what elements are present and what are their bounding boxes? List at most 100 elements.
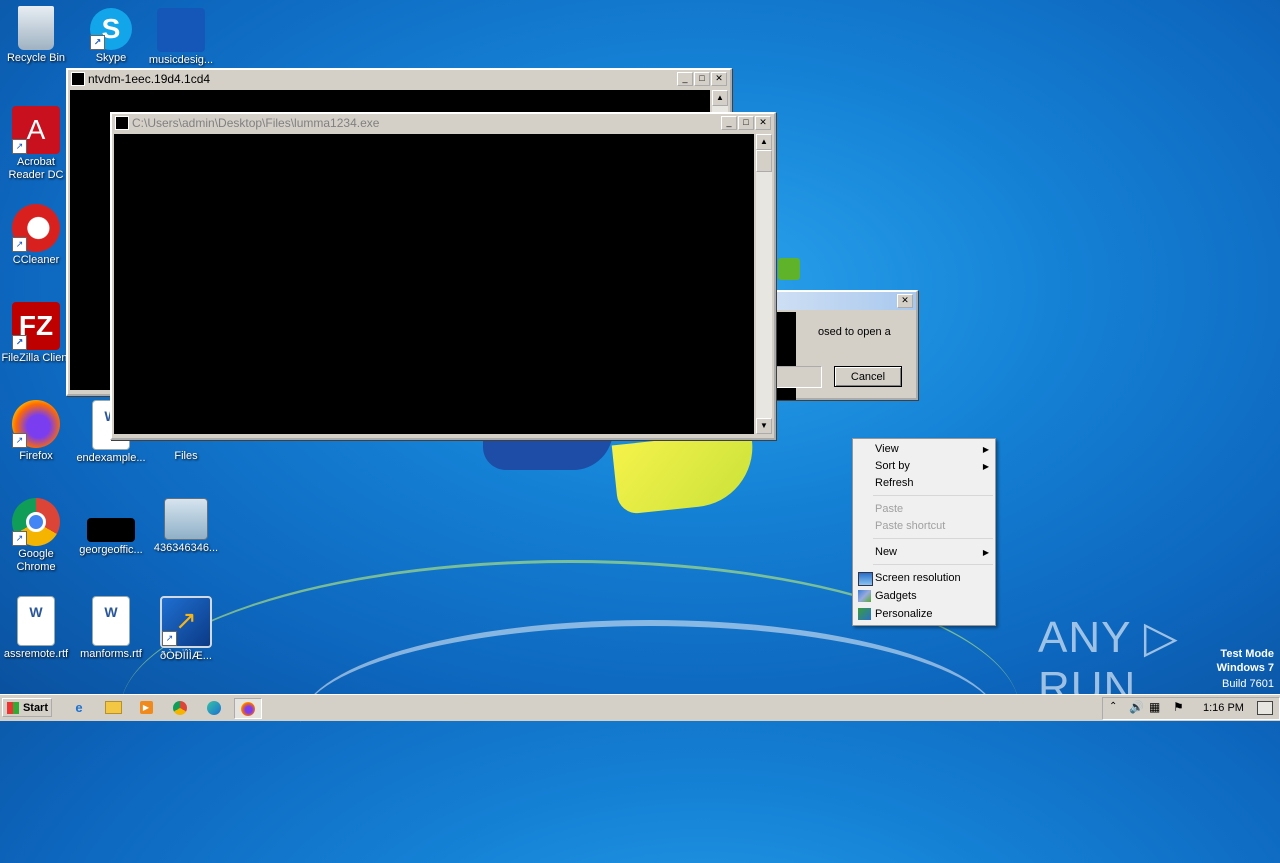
- skype-icon: S ↗: [90, 8, 132, 50]
- close-icon[interactable]: ✕: [897, 294, 913, 308]
- menu-item-gadgets[interactable]: Gadgets: [853, 588, 995, 605]
- lumma-title: C:\Users\admin\Desktop\Files\lumma1234.e…: [132, 116, 380, 130]
- menu-item-view[interactable]: View ▶: [853, 441, 995, 458]
- menu-item-sort-by[interactable]: Sort by ▶: [853, 458, 995, 475]
- chrome-icon: ↗: [12, 498, 60, 546]
- dialog-message: osed to open a: [818, 326, 891, 338]
- chrome-center: [26, 512, 46, 532]
- filezilla-icon: FZ ↗: [12, 302, 60, 350]
- desktop-icon-setup[interactable]: ↗ ↗ ðÒÐÏÌÌÆ...: [150, 596, 222, 663]
- console-app-icon: [115, 116, 129, 130]
- document-thumbnail-icon: [157, 8, 205, 52]
- scroll-up-icon[interactable]: ▲: [756, 134, 772, 150]
- desktop-icon-recycle-bin[interactable]: Recycle Bin: [0, 6, 72, 65]
- desktop-icon-filezilla[interactable]: FZ ↗ FileZilla Client: [0, 302, 72, 365]
- menu-item-screen-resolution[interactable]: Screen resolution: [853, 570, 995, 587]
- shortcut-arrow-icon: ↗: [12, 531, 27, 546]
- gadgets-icon: [858, 590, 871, 602]
- ccleaner-icon: ↗: [12, 204, 60, 252]
- tray-expand-icon[interactable]: ⌃: [1109, 701, 1117, 712]
- shortcut-arrow-icon: ↗: [12, 335, 27, 350]
- installer-icon: [164, 498, 208, 540]
- dialog-corner-icon: [778, 258, 800, 280]
- lumma-scrollbar[interactable]: ▲ ▼: [756, 134, 772, 434]
- maximize-icon[interactable]: □: [738, 116, 754, 130]
- desktop-icon-assremote[interactable]: W assremote.rtf: [0, 596, 72, 661]
- setup-icon: ↗ ↗: [160, 596, 212, 648]
- menu-separator: [873, 495, 993, 496]
- desktop-icon-436346346[interactable]: 436346346...: [150, 498, 222, 555]
- scroll-down-icon[interactable]: ▼: [756, 418, 772, 434]
- minimize-icon[interactable]: _: [721, 116, 737, 130]
- clock[interactable]: 1:16 PM: [1203, 702, 1244, 714]
- menu-item-new[interactable]: New ▶: [853, 544, 995, 561]
- menu-item-refresh[interactable]: Refresh: [853, 475, 995, 492]
- word-document-icon: W: [92, 596, 130, 646]
- shortcut-arrow-icon: ↗: [90, 35, 105, 50]
- lumma-titlebar[interactable]: C:\Users\admin\Desktop\Files\lumma1234.e…: [112, 114, 774, 132]
- dialog-titlebar[interactable]: ✕: [768, 292, 916, 310]
- menu-item-paste: Paste: [875, 503, 904, 515]
- edge-icon[interactable]: [201, 698, 227, 717]
- show-desktop-button[interactable]: [1257, 701, 1273, 715]
- shortcut-arrow-icon: ↗: [12, 139, 27, 154]
- open-with-dialog[interactable]: ✕ osed to open a Cancel: [766, 290, 918, 400]
- scroll-up-icon[interactable]: ▲: [712, 90, 728, 106]
- media-player-icon[interactable]: ▶: [133, 698, 159, 717]
- acrobat-icon: A ↗: [12, 106, 60, 154]
- menu-separator: [873, 564, 993, 565]
- shortcut-arrow-icon: ↗: [12, 433, 27, 448]
- desktop-icon-chrome[interactable]: ↗ Google Chrome: [0, 498, 72, 574]
- firefox-icon[interactable]: [234, 698, 262, 719]
- windows-version-label: Windows 7: [1216, 662, 1274, 674]
- build-label: Build 7601: [1222, 678, 1274, 690]
- desktop-icon-manforms[interactable]: W manforms.rtf: [75, 596, 147, 661]
- lumma-console-area[interactable]: [114, 134, 754, 434]
- firefox-icon: ↗: [12, 400, 60, 448]
- explorer-icon[interactable]: [100, 698, 126, 717]
- scroll-thumb[interactable]: [756, 150, 772, 172]
- taskbar: Start e ▶ ⌃ 🔊 ▦ ⚑ 1:16 PM: [0, 694, 1280, 721]
- desktop-icon-firefox[interactable]: ↗ Firefox: [0, 400, 72, 463]
- system-tray: ⌃ 🔊 ▦ ⚑ 1:16 PM: [1102, 697, 1280, 720]
- minimize-icon[interactable]: _: [677, 72, 693, 86]
- word-document-icon: W: [17, 596, 55, 646]
- start-button[interactable]: Start: [2, 698, 52, 717]
- lumma-console-window[interactable]: C:\Users\admin\Desktop\Files\lumma1234.e…: [110, 112, 776, 440]
- desktop-icon-skype[interactable]: S ↗ Skype: [75, 8, 147, 65]
- network-icon[interactable]: ▦: [1149, 700, 1160, 714]
- menu-separator: [873, 538, 993, 539]
- document-thumbnail-icon: [87, 518, 135, 542]
- maximize-icon[interactable]: □: [694, 72, 710, 86]
- desktop-context-menu[interactable]: View ▶ Sort by ▶ Refresh Paste Paste short…: [852, 438, 996, 626]
- ntvdm-title: ntvdm-1eec.19d4.1cd4: [88, 72, 211, 86]
- wallpaper-leaf-yellow: [611, 430, 759, 516]
- chrome-icon[interactable]: [167, 698, 193, 717]
- desktop-icon-musicdesig[interactable]: musicdesig...: [145, 8, 217, 67]
- desktop-icon-acrobat[interactable]: A ↗ Acrobat Reader DC: [0, 106, 72, 182]
- console-app-icon: [71, 72, 85, 86]
- submenu-arrow-icon: ▶: [982, 548, 989, 557]
- close-icon[interactable]: ✕: [711, 72, 727, 86]
- recycle-bin-icon: [18, 6, 54, 50]
- monitor-icon: [858, 572, 873, 586]
- ntvdm-titlebar[interactable]: ntvdm-1eec.19d4.1cd4 _ □ ✕: [68, 70, 730, 88]
- submenu-arrow-icon: ▶: [982, 445, 989, 454]
- internet-explorer-icon[interactable]: e: [66, 698, 92, 717]
- desktop-icon-georgeoffic[interactable]: georgeoffic...: [75, 498, 147, 557]
- dialog-input-edge: [774, 366, 822, 388]
- cancel-button[interactable]: Cancel: [834, 366, 902, 387]
- shortcut-arrow-icon: ↗: [162, 631, 177, 646]
- wallpaper-swoosh-light: [300, 620, 1000, 826]
- volume-icon[interactable]: 🔊: [1129, 700, 1144, 714]
- action-center-flag-icon[interactable]: ⚑: [1173, 700, 1184, 714]
- windows-logo-icon: [7, 702, 19, 714]
- personalize-icon: [858, 608, 871, 620]
- close-icon[interactable]: ✕: [755, 116, 771, 130]
- desktop-icon-ccleaner[interactable]: ↗ CCleaner: [0, 204, 72, 267]
- shortcut-arrow-icon: ↗: [12, 237, 27, 252]
- test-mode-label: Test Mode: [1220, 648, 1274, 660]
- menu-item-personalize[interactable]: Personalize: [853, 606, 995, 623]
- submenu-arrow-icon: ▶: [982, 462, 989, 471]
- menu-item-paste-shortcut: Paste shortcut: [875, 520, 946, 532]
